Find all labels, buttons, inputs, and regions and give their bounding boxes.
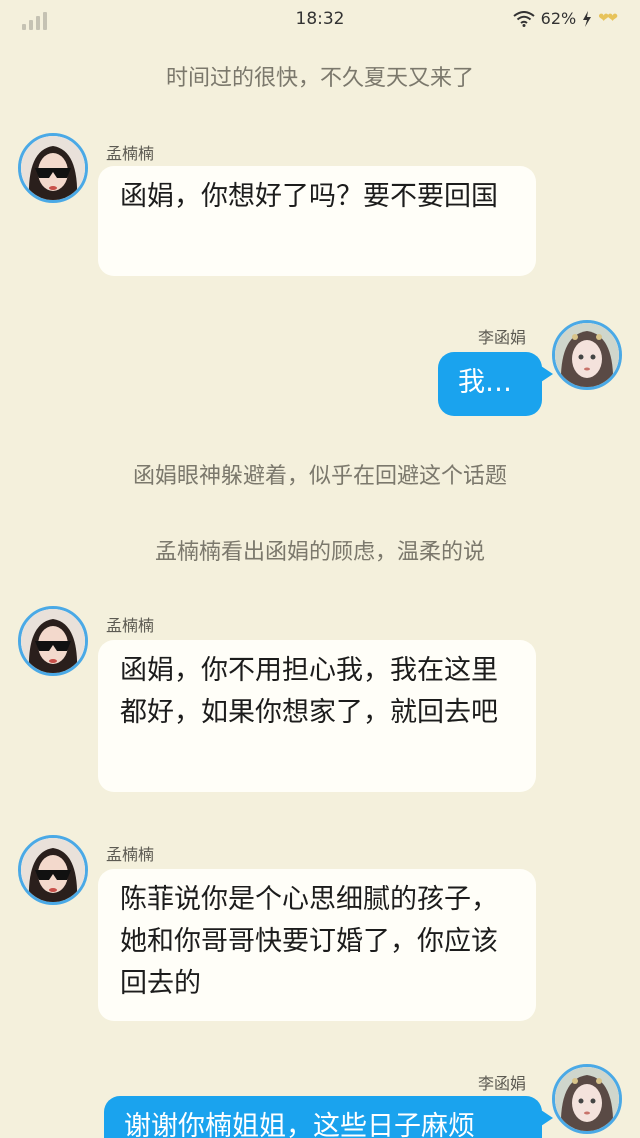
narration-text: 函娟眼神躲避着，似乎在回避这个话题 bbox=[132, 464, 507, 489]
narration-text: 孟楠楠看出函娟的顾虑，温柔的说 bbox=[154, 540, 485, 565]
sender-name: 孟楠楠 bbox=[106, 144, 155, 163]
avatar-meng-nannan[interactable] bbox=[18, 835, 88, 905]
avatar-li-hanjuan[interactable] bbox=[552, 1064, 622, 1134]
heart-icon: ❤❤ bbox=[598, 11, 618, 26]
avatar-meng-nannan[interactable] bbox=[18, 133, 88, 203]
charging-icon bbox=[583, 10, 592, 27]
bubble-tail bbox=[541, 1110, 553, 1126]
sender-name: 孟楠楠 bbox=[106, 845, 155, 864]
battery-percent: 62% bbox=[540, 9, 577, 28]
sender-name: 李函娟 bbox=[478, 328, 527, 347]
message-bubble-self[interactable]: 我… bbox=[438, 352, 542, 416]
wifi-icon bbox=[513, 10, 535, 27]
sender-name: 孟楠楠 bbox=[106, 616, 155, 635]
message-bubble[interactable]: 陈菲说你是个心思细腻的孩子，她和你哥哥快要订婚了，你应该回去的 bbox=[98, 869, 536, 1021]
chat-screen: 18:32 62% ❤❤ 时间过的很快，不久夏天又来了 孟楠楠 函娟，你想好了吗… bbox=[0, 0, 640, 1138]
message-bubble[interactable]: 函娟，你不用担心我，我在这里都好，如果你想家了，就回去吧 bbox=[98, 640, 536, 792]
status-indicators: 62% ❤❤ bbox=[513, 9, 618, 28]
status-bar: 18:32 62% ❤❤ bbox=[0, 0, 640, 40]
avatar-meng-nannan[interactable] bbox=[18, 606, 88, 676]
message-bubble-self[interactable]: 谢谢你楠姐姐，这些日子麻烦 bbox=[104, 1096, 542, 1138]
message-bubble[interactable]: 函娟，你想好了吗？要不要回国 bbox=[98, 166, 536, 276]
narration-text: 时间过的很快，不久夏天又来了 bbox=[165, 66, 474, 91]
sender-name: 李函娟 bbox=[478, 1074, 527, 1093]
bubble-tail bbox=[541, 366, 553, 382]
avatar-li-hanjuan[interactable] bbox=[552, 320, 622, 390]
